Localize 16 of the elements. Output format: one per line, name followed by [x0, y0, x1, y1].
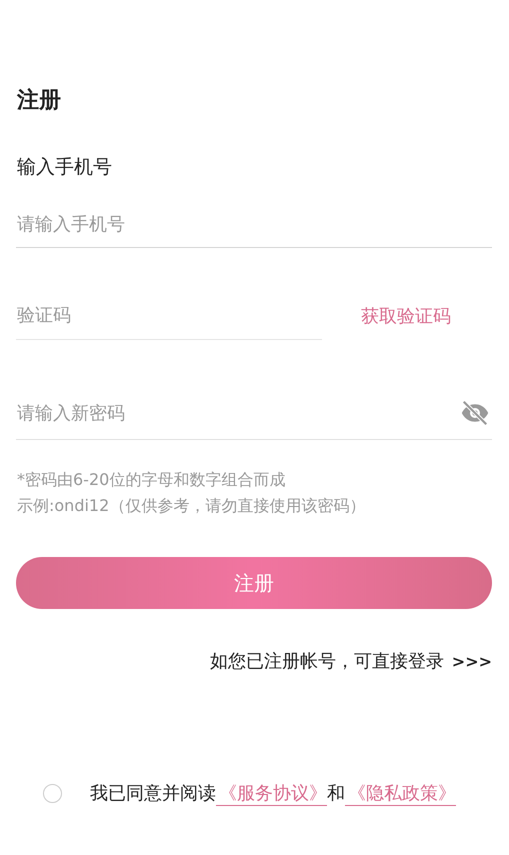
phone-input-field[interactable]: 请输入手机号	[16, 202, 492, 248]
agreement-text: 和	[327, 782, 345, 805]
password-input-field[interactable]: 请输入新密码	[16, 402, 458, 424]
agreement-link[interactable]: 《隐私政策》	[345, 784, 456, 806]
agreement-text: 我已同意并阅读	[90, 782, 216, 805]
password-hint: *密码由6-20位的字母和数字组合而成	[17, 469, 286, 491]
field-label: 输入手机号	[17, 155, 113, 180]
password-hint: 示例:ondi12（仅供参考，请勿直接使用该密码）	[17, 495, 366, 517]
page-title: 注册	[17, 87, 62, 115]
get-code-link[interactable]: 获取验证码	[361, 304, 451, 328]
login-arrow[interactable]: >>>	[452, 652, 492, 671]
register-button[interactable]: 注册	[16, 557, 492, 609]
agree-checkbox[interactable]	[43, 784, 62, 803]
code-input-field[interactable]: 验证码	[16, 292, 322, 340]
agreement-link[interactable]: 《服务协议》	[216, 784, 327, 806]
login-link[interactable]: 如您已注册帐号，可直接登录	[210, 649, 444, 673]
